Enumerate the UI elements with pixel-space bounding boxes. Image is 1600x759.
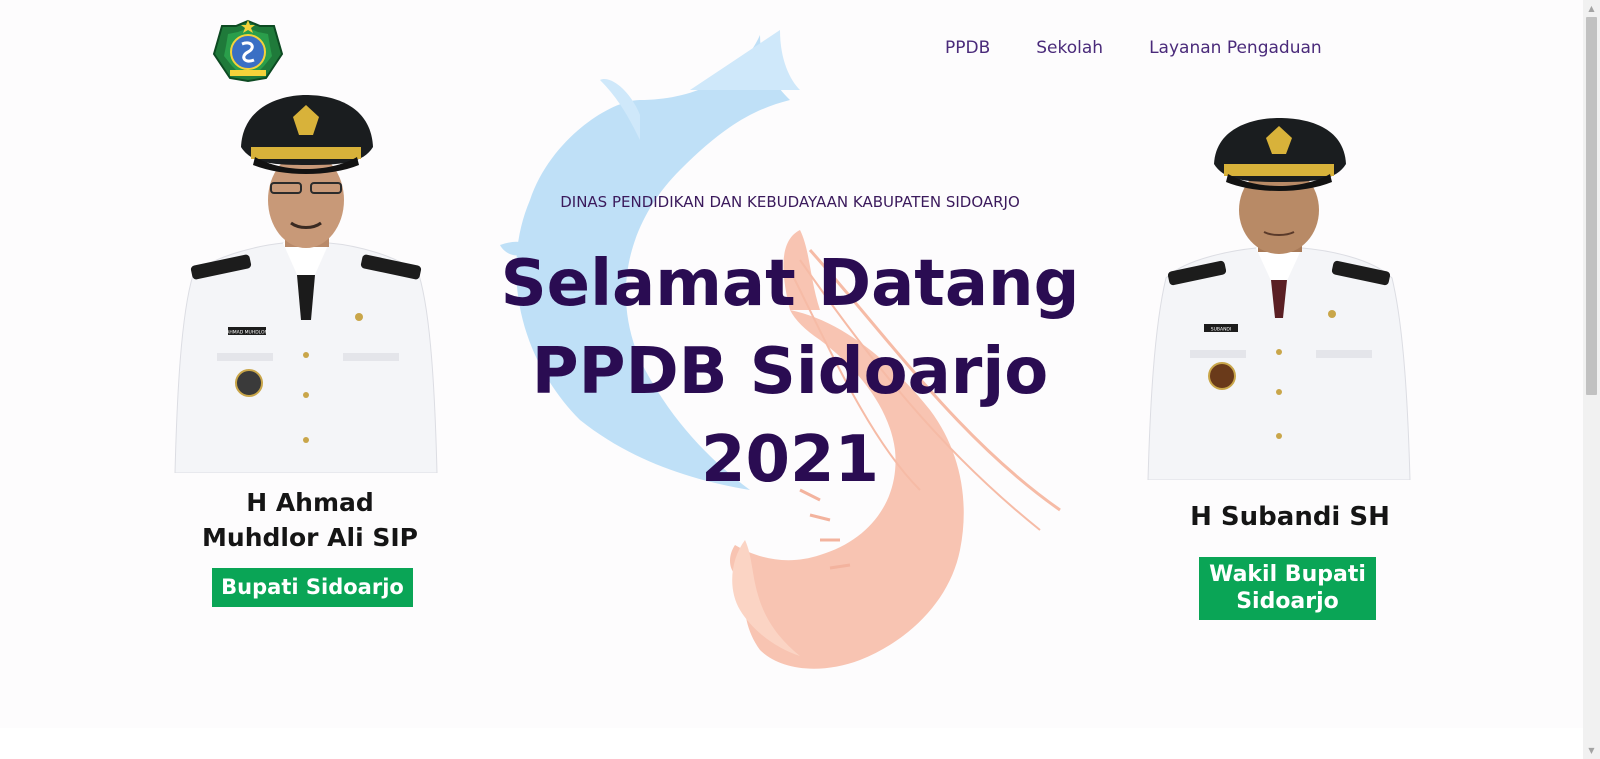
bupati-title-badge: Bupati Sidoarjo — [212, 568, 413, 607]
bupati-name-line-1: H Ahmad — [246, 488, 374, 517]
wakil-bupati-portrait: SUBANDI — [1146, 118, 1412, 480]
bupati-name-line-2: Muhdlor Ali SIP — [202, 523, 418, 552]
wakil-bupati-title-line-2: Sidoarjo — [1236, 589, 1339, 614]
wakil-bupati-nameplate: SUBANDI — [1211, 327, 1231, 333]
headline-line-3: 2021 — [700, 423, 880, 497]
next-section-edge — [0, 728, 1583, 759]
bupati-nameplate: AHMAD MUHDLOR — [226, 330, 267, 336]
page: PPDB Sekolah Layanan Pengaduan DINAS PEN… — [0, 0, 1583, 728]
main-nav: PPDB Sekolah Layanan Pengaduan — [900, 38, 1322, 58]
wakil-bupati-name: H Subandi SH — [1190, 502, 1390, 532]
wakil-bupati-title-line-1: Wakil Bupati — [1209, 562, 1366, 587]
bupati-portrait: AHMAD MUHDLOR — [173, 95, 439, 473]
headline-line-1: Selamat Datang — [500, 247, 1080, 321]
scrollbar-thumb[interactable] — [1586, 17, 1597, 395]
sidoarjo-logo[interactable] — [212, 18, 284, 84]
bupati-name: H Ahmad Muhdlor Ali SIP — [190, 485, 430, 555]
scroll-up-arrow-icon[interactable]: ▲ — [1583, 0, 1600, 17]
nav-ppdb[interactable]: PPDB — [945, 38, 990, 58]
nav-sekolah[interactable]: Sekolah — [1036, 38, 1103, 58]
scroll-down-arrow-icon[interactable]: ▼ — [1583, 742, 1600, 759]
headline-line-2: PPDB Sidoarjo — [531, 335, 1049, 409]
welcome-headline: Selamat Datang PPDB Sidoarjo 2021 — [440, 240, 1140, 504]
nav-layanan-pengaduan[interactable]: Layanan Pengaduan — [1149, 38, 1322, 58]
wakil-bupati-title-badge: Wakil Bupati Sidoarjo — [1199, 557, 1376, 620]
agency-subtitle: DINAS PENDIDIKAN DAN KEBUDAYAAN KABUPATE… — [560, 193, 1020, 211]
vertical-scrollbar[interactable]: ▲ ▼ — [1583, 0, 1600, 759]
